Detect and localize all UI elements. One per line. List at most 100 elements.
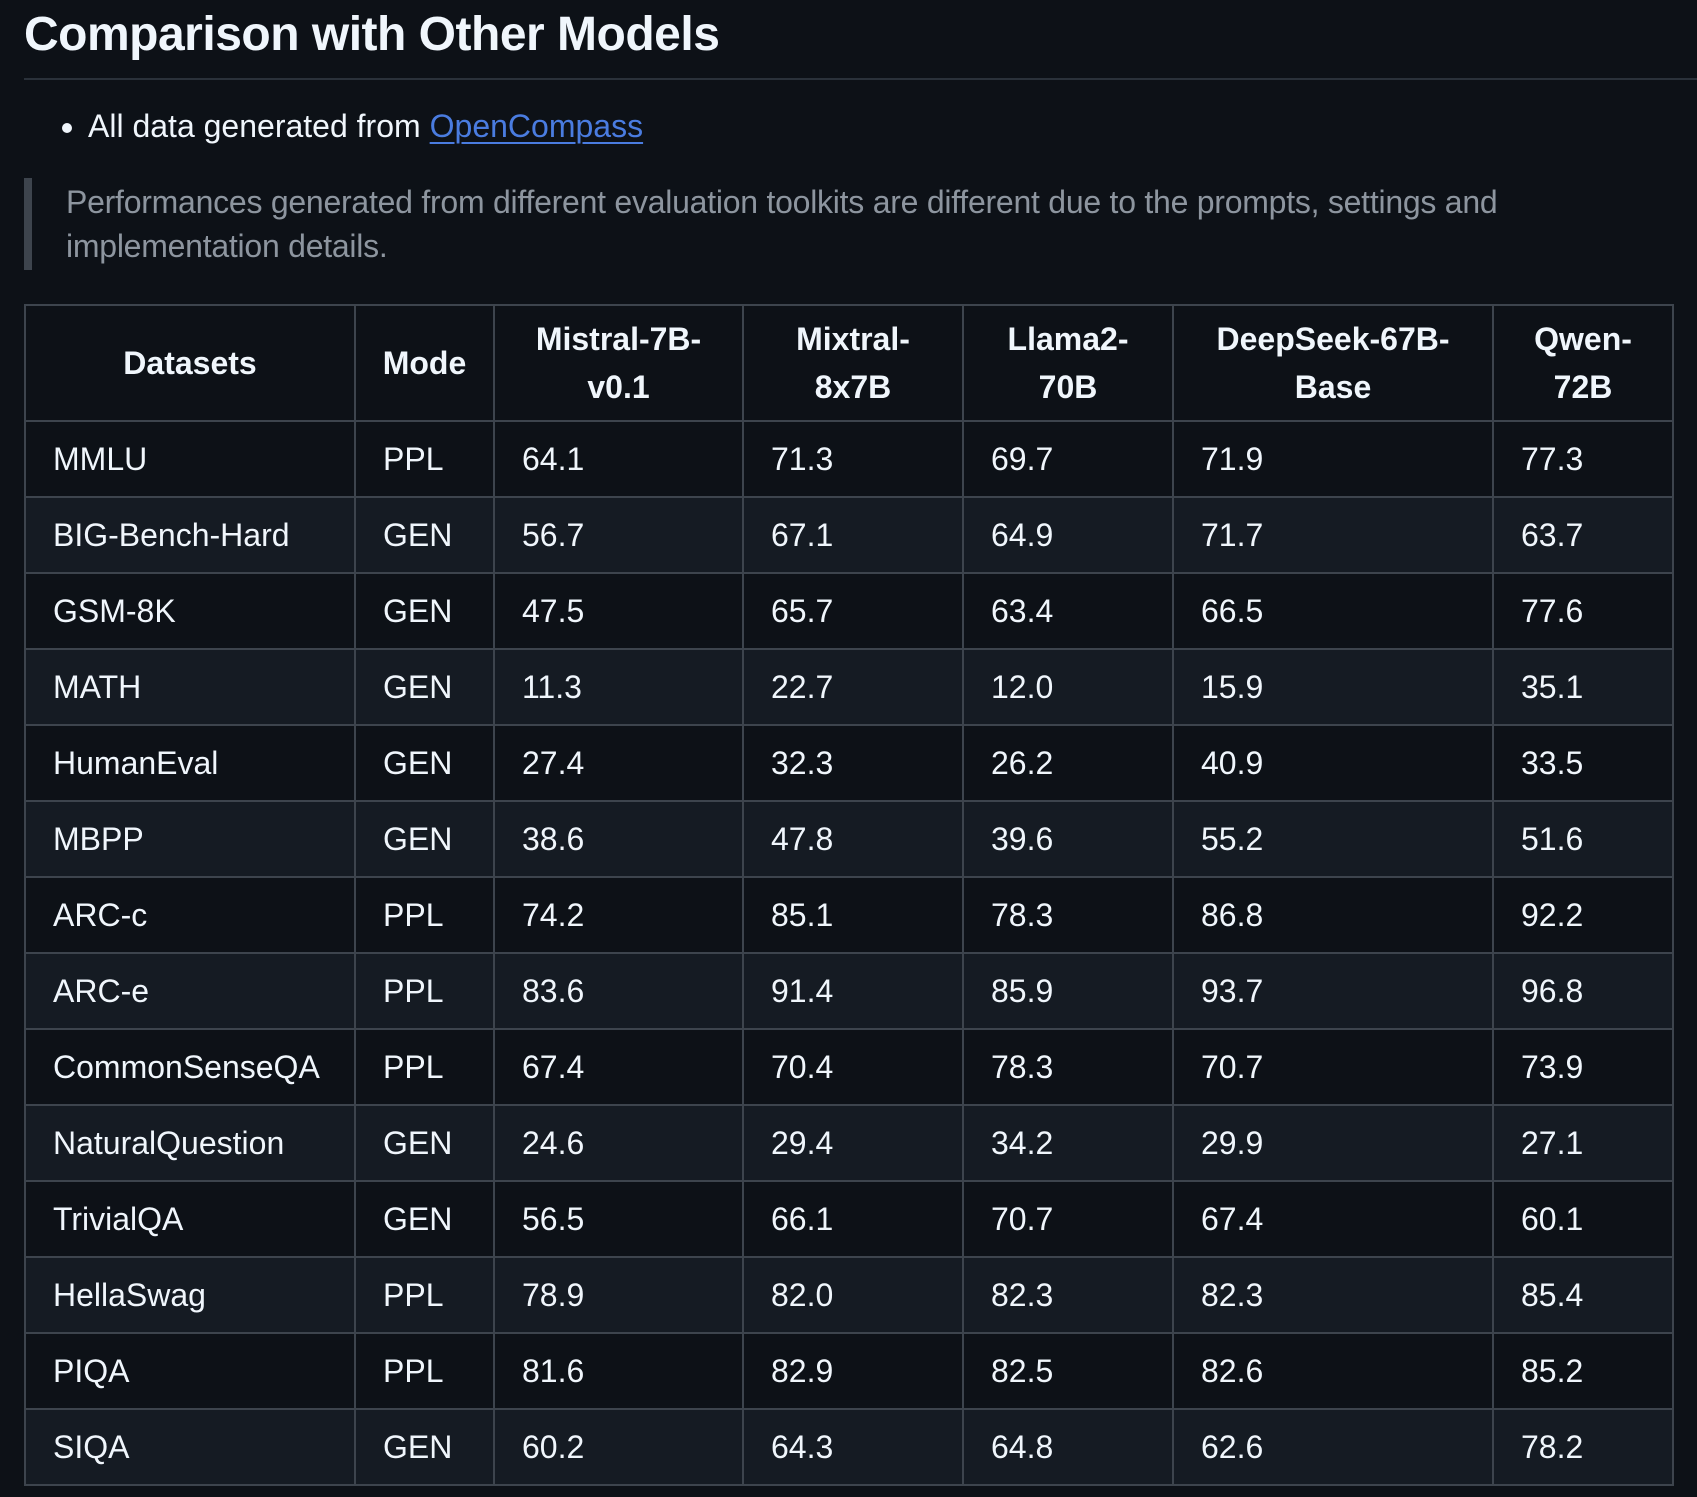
dataset-cell: ARC-e [25,953,355,1029]
note-blockquote: Performances generated from different ev… [24,178,1697,270]
column-header-llama2-70b: Llama2-70B [963,305,1173,421]
value-cell: 65.7 [743,573,963,649]
value-cell: 77.6 [1493,573,1673,649]
value-cell: 96.8 [1493,953,1673,1029]
value-cell: 77.3 [1493,421,1673,497]
value-cell: 92.2 [1493,877,1673,953]
value-cell: 78.9 [494,1257,743,1333]
value-cell: 91.4 [743,953,963,1029]
value-cell: 73.9 [1493,1029,1673,1105]
value-cell: 86.8 [1173,877,1493,953]
mode-cell: PPL [355,1257,494,1333]
mode-cell: PPL [355,953,494,1029]
value-cell: 33.5 [1493,725,1673,801]
value-cell: 63.4 [963,573,1173,649]
value-cell: 34.2 [963,1105,1173,1181]
table-row: BIG-Bench-HardGEN56.767.164.971.763.7 [25,497,1673,573]
dataset-cell: CommonSenseQA [25,1029,355,1105]
table-row: MMLUPPL64.171.369.771.977.3 [25,421,1673,497]
dataset-cell: SIQA [25,1409,355,1485]
value-cell: 56.7 [494,497,743,573]
value-cell: 12.0 [963,649,1173,725]
table-row: ARC-cPPL74.285.178.386.892.2 [25,877,1673,953]
value-cell: 35.1 [1493,649,1673,725]
value-cell: 93.7 [1173,953,1493,1029]
value-cell: 24.6 [494,1105,743,1181]
value-cell: 60.1 [1493,1181,1673,1257]
value-cell: 78.3 [963,877,1173,953]
value-cell: 83.6 [494,953,743,1029]
value-cell: 70.7 [1173,1029,1493,1105]
dataset-cell: MMLU [25,421,355,497]
value-cell: 67.1 [743,497,963,573]
value-cell: 78.2 [1493,1409,1673,1485]
value-cell: 82.0 [743,1257,963,1333]
dataset-cell: BIG-Bench-Hard [25,497,355,573]
opencompass-link[interactable]: OpenCompass [430,108,643,144]
table-row: ARC-ePPL83.691.485.993.796.8 [25,953,1673,1029]
value-cell: 11.3 [494,649,743,725]
mode-cell: GEN [355,1409,494,1485]
value-cell: 85.1 [743,877,963,953]
value-cell: 85.9 [963,953,1173,1029]
value-cell: 39.6 [963,801,1173,877]
value-cell: 74.2 [494,877,743,953]
value-cell: 27.1 [1493,1105,1673,1181]
table-header-row: DatasetsModeMistral-7B-v0.1Mixtral-8x7BL… [25,305,1673,421]
value-cell: 27.4 [494,725,743,801]
mode-cell: GEN [355,573,494,649]
value-cell: 85.4 [1493,1257,1673,1333]
value-cell: 26.2 [963,725,1173,801]
value-cell: 82.3 [1173,1257,1493,1333]
table-row: PIQAPPL81.682.982.582.685.2 [25,1333,1673,1409]
table-header: DatasetsModeMistral-7B-v0.1Mixtral-8x7BL… [25,305,1673,421]
value-cell: 85.2 [1493,1333,1673,1409]
note-text: Performances generated from different ev… [66,180,1626,268]
column-header-datasets: Datasets [25,305,355,421]
value-cell: 47.5 [494,573,743,649]
value-cell: 70.4 [743,1029,963,1105]
dataset-cell: TrivialQA [25,1181,355,1257]
value-cell: 38.6 [494,801,743,877]
readme-content: Comparison with Other Models All data ge… [0,0,1697,1486]
table-row: CommonSenseQAPPL67.470.478.370.773.9 [25,1029,1673,1105]
mode-cell: PPL [355,877,494,953]
mode-cell: GEN [355,649,494,725]
value-cell: 82.5 [963,1333,1173,1409]
value-cell: 71.9 [1173,421,1493,497]
value-cell: 82.3 [963,1257,1173,1333]
value-cell: 67.4 [1173,1181,1493,1257]
dataset-cell: GSM-8K [25,573,355,649]
column-header-deepseek-67b-base: DeepSeek-67B-Base [1173,305,1493,421]
mode-cell: GEN [355,497,494,573]
mode-cell: PPL [355,1029,494,1105]
value-cell: 40.9 [1173,725,1493,801]
column-header-mistral-7b-v0-1: Mistral-7B-v0.1 [494,305,743,421]
table-row: SIQAGEN60.264.364.862.678.2 [25,1409,1673,1485]
value-cell: 15.9 [1173,649,1493,725]
value-cell: 67.4 [494,1029,743,1105]
mode-cell: GEN [355,725,494,801]
table-row: MATHGEN11.322.712.015.935.1 [25,649,1673,725]
list-item: All data generated fromOpenCompass [88,102,1697,150]
dataset-cell: MBPP [25,801,355,877]
mode-cell: PPL [355,421,494,497]
value-cell: 56.5 [494,1181,743,1257]
table-row: HellaSwagPPL78.982.082.382.385.4 [25,1257,1673,1333]
value-cell: 55.2 [1173,801,1493,877]
column-header-mixtral-8x7b: Mixtral-8x7B [743,305,963,421]
dataset-cell: PIQA [25,1333,355,1409]
value-cell: 71.7 [1173,497,1493,573]
section-title: Comparison with Other Models [24,6,1697,80]
value-cell: 63.7 [1493,497,1673,573]
value-cell: 81.6 [494,1333,743,1409]
value-cell: 47.8 [743,801,963,877]
column-header-mode: Mode [355,305,494,421]
value-cell: 66.5 [1173,573,1493,649]
value-cell: 78.3 [963,1029,1173,1105]
table-row: HumanEvalGEN27.432.326.240.933.5 [25,725,1673,801]
table-row: TrivialQAGEN56.566.170.767.460.1 [25,1181,1673,1257]
table-body: MMLUPPL64.171.369.771.977.3BIG-Bench-Har… [25,421,1673,1485]
mode-cell: GEN [355,1105,494,1181]
value-cell: 69.7 [963,421,1173,497]
